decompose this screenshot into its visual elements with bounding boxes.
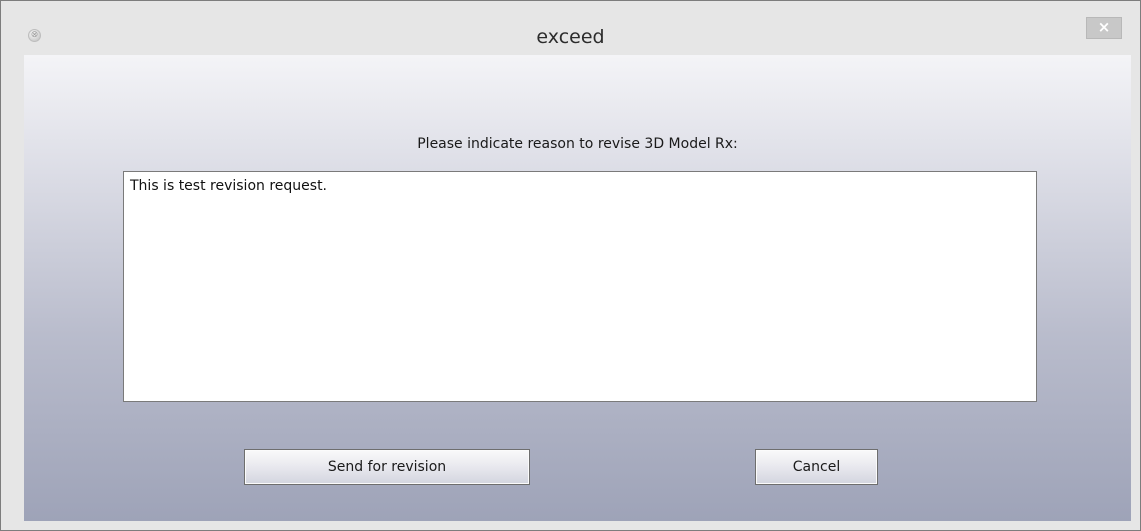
cancel-button[interactable]: Cancel [755,449,878,485]
dialog-window: ⊗ exceed × Please indicate reason to rev… [0,0,1141,531]
prompt-label: Please indicate reason to revise 3D Mode… [417,136,738,152]
window-title: exceed [536,26,605,48]
dialog-body: Please indicate reason to revise 3D Mode… [24,55,1131,521]
close-button[interactable]: × [1086,17,1122,39]
send-for-revision-button[interactable]: Send for revision [244,449,530,485]
reason-textarea[interactable]: This is test revision request. [123,171,1037,402]
title-bar[interactable]: ⊗ exceed × [1,1,1140,55]
